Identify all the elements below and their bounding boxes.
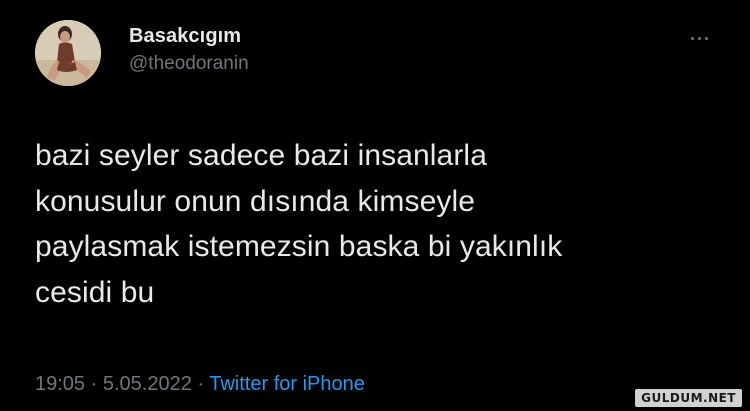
tweet-card: Basakcıgım @theodoranin bazi seyler sade… bbox=[0, 0, 750, 411]
avatar-photo-icon bbox=[35, 20, 101, 86]
meta-separator: · bbox=[191, 373, 210, 395]
tweet-meta: 19:05 · 5.05.2022 · Twitter for iPhone bbox=[35, 372, 365, 396]
tweet-time[interactable]: 19:05 bbox=[35, 373, 85, 395]
more-options-button[interactable] bbox=[683, 30, 715, 46]
more-horizontal-icon bbox=[690, 36, 694, 40]
user-info: Basakcıgım @theodoranin bbox=[129, 24, 249, 75]
tweet-source-link[interactable]: Twitter for iPhone bbox=[209, 373, 365, 395]
meta-separator: · bbox=[85, 373, 103, 395]
tweet-date[interactable]: 5.05.2022 bbox=[103, 373, 192, 395]
more-horizontal-icon-dot bbox=[704, 36, 708, 40]
avatar[interactable] bbox=[35, 20, 101, 86]
user-handle[interactable]: @theodoranin bbox=[129, 53, 249, 75]
more-horizontal-icon-dot bbox=[697, 36, 701, 40]
tweet-text: bazi seyler sadece bazi insanlarla konus… bbox=[35, 139, 563, 309]
watermark-logo: GULDUM.NET bbox=[635, 389, 742, 407]
display-name[interactable]: Basakcıgım bbox=[129, 24, 249, 48]
